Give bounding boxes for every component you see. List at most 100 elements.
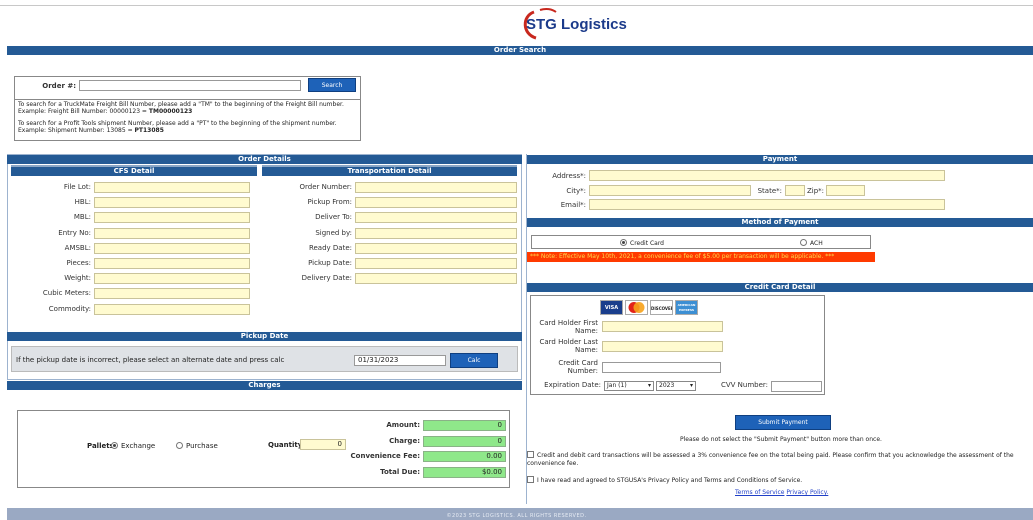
cfs-mbl-field[interactable] <box>94 212 250 224</box>
last-name-label-line2: Name: <box>574 346 598 354</box>
amount-label: Amount: <box>386 421 420 429</box>
cfs-entry-no-field[interactable] <box>94 227 250 239</box>
fee-note: *** Note: Effective May 10th, 2021, a co… <box>527 252 875 262</box>
cvv-input[interactable] <box>771 381 822 392</box>
last-name-label: Card Holder Last Name: <box>533 338 598 354</box>
help-tm-text: To search for a TruckMate Freight Bill N… <box>18 101 344 108</box>
quantity-label: Quantity <box>268 441 303 449</box>
cfs-mbl-label: MBL: <box>73 213 91 222</box>
exchange-radio[interactable]: Exchange <box>111 442 155 450</box>
order-number-input[interactable] <box>79 80 301 91</box>
email-label: Email*: <box>560 201 586 209</box>
help-pt-example-value: PT13085 <box>134 127 164 134</box>
expiration-month-select[interactable]: Jan (1) ▾ <box>604 381 654 391</box>
exchange-radio-dot[interactable] <box>111 442 118 449</box>
chevron-down-icon: ▾ <box>689 382 693 389</box>
fee-acknowledge-row[interactable]: Credit and debit card transactions will … <box>527 451 1033 468</box>
cfs-commodity-field[interactable] <box>94 303 250 315</box>
cfs-amsbl-field[interactable] <box>94 242 250 254</box>
submit-payment-button[interactable]: Submit Payment <box>735 415 831 430</box>
credit-card-radio-label: Credit Card <box>630 240 664 247</box>
method-of-payment-header: Method of Payment <box>527 218 1033 227</box>
card-brands: VISA DISCOVER AMERICAN EXPRESS <box>600 300 698 316</box>
terms-of-service-link[interactable]: Terms of Service <box>735 489 784 496</box>
last-name-label-line1: Card Holder Last <box>539 338 598 346</box>
purchase-radio-dot[interactable] <box>176 442 183 449</box>
state-label: State*: <box>757 187 782 195</box>
first-name-label-line1: Card Holder First <box>539 319 598 327</box>
cfs-entry-no-label: Entry No: <box>58 228 91 237</box>
expiration-year-select[interactable]: 2023 ▾ <box>656 381 696 391</box>
transport-signed-by-field[interactable] <box>355 227 517 239</box>
first-name-label: Card Holder First Name: <box>533 319 598 335</box>
pallets-label: Pallets <box>87 442 114 450</box>
card-number-label: Credit Card Number: <box>533 359 598 375</box>
state-input[interactable] <box>785 185 805 196</box>
logo-text: STG Logistics <box>526 16 627 33</box>
cfs-commodity-label: Commodity: <box>48 304 91 313</box>
convenience-fee-value: 0.00 <box>423 451 506 462</box>
cfs-pieces-label: Pieces: <box>66 259 91 267</box>
purchase-radio[interactable]: Purchase <box>176 442 218 450</box>
submit-warning-text: Please do not select the "Submit Payment… <box>680 436 882 443</box>
cvv-label: CVV Number: <box>720 381 768 389</box>
last-name-input[interactable] <box>602 341 723 352</box>
cfs-cubic-meters-field[interactable] <box>94 288 250 300</box>
card-number-input[interactable] <box>602 362 721 373</box>
amex-icon: AMERICAN EXPRESS <box>675 300 698 315</box>
cfs-weight-field[interactable] <box>94 273 250 285</box>
privacy-policy-link[interactable]: Privacy Policy. <box>786 489 828 496</box>
address-label: Address*: <box>552 172 586 180</box>
agree-terms-row[interactable]: I have read and agreed to STGUSA's Priva… <box>527 476 1033 485</box>
cfs-file-lot-field[interactable] <box>94 182 250 193</box>
transport-pickup-from-field[interactable] <box>355 197 517 209</box>
credit-card-radio-dot[interactable] <box>620 239 627 246</box>
transport-pickup-from-label: Pickup From: <box>307 198 352 207</box>
zip-label: Zip*: <box>806 187 824 195</box>
charge-value: 0 <box>423 435 506 447</box>
calc-button[interactable]: Calc <box>450 353 498 368</box>
logo: STG Logistics <box>520 6 640 42</box>
transport-detail-header: Transportation Detail <box>262 167 517 176</box>
ach-radio-dot[interactable] <box>800 239 807 246</box>
transport-pickup-date-field[interactable] <box>355 258 517 269</box>
city-input[interactable] <box>589 185 751 196</box>
cfs-pieces-field[interactable] <box>94 258 250 269</box>
charge-label: Charge: <box>389 436 420 445</box>
ach-radio-label: ACH <box>810 240 823 247</box>
order-details-header: Order Details <box>7 155 522 164</box>
transport-delivery-date-label: Delivery Date: <box>301 274 352 283</box>
pickup-date-input[interactable]: 01/31/2023 <box>354 355 446 366</box>
transport-deliver-to-field[interactable] <box>355 212 517 224</box>
purchase-label: Purchase <box>186 442 218 450</box>
help-pt-example: Example: Shipment Number: 13085 = PT1308… <box>18 127 357 134</box>
transport-delivery-date-field[interactable] <box>355 273 517 285</box>
order-search-help: To search for a TruckMate Freight Bill N… <box>14 99 361 141</box>
transport-order-number-field[interactable] <box>355 182 517 193</box>
transport-ready-date-label: Ready Date: <box>308 243 352 252</box>
credit-card-radio[interactable]: Credit Card <box>620 239 664 248</box>
email-input[interactable] <box>589 199 945 210</box>
cfs-hbl-label: HBL: <box>74 198 91 207</box>
fee-acknowledge-checkbox[interactable] <box>527 451 534 458</box>
visa-icon: VISA <box>600 300 623 315</box>
agree-terms-checkbox[interactable] <box>527 476 534 483</box>
help-tm-example-value: TM00000123 <box>148 108 193 115</box>
search-button[interactable]: Search <box>308 78 356 92</box>
cfs-hbl-field[interactable] <box>94 197 250 209</box>
chevron-down-icon: ▾ <box>647 382 651 389</box>
city-label: City*: <box>566 187 586 195</box>
total-due-label: Total Due: <box>380 467 420 476</box>
first-name-input[interactable] <box>602 321 723 332</box>
help-pt-text: To search for a Profit Tools shipment Nu… <box>18 120 337 127</box>
zip-input[interactable] <box>826 185 865 196</box>
transport-signed-by-label: Signed by: <box>315 228 352 237</box>
transport-deliver-to-label: Deliver To: <box>315 213 352 222</box>
discover-icon: DISCOVER <box>650 300 673 315</box>
fee-acknowledge-text: Credit and debit card transactions will … <box>527 452 1014 467</box>
card-number-label-line1: Credit Card <box>558 359 598 367</box>
mastercard-icon <box>625 300 648 315</box>
ach-radio[interactable]: ACH <box>800 239 823 248</box>
transport-ready-date-field[interactable] <box>355 242 517 254</box>
address-input[interactable] <box>589 170 945 181</box>
